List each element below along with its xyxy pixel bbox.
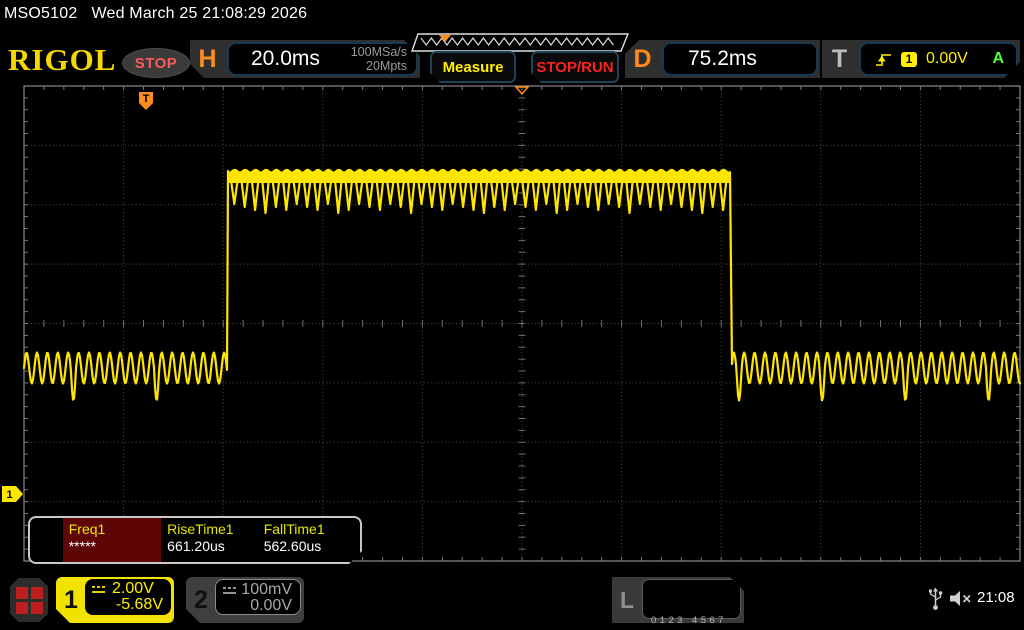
channel-2-offset: 0.00V <box>223 597 292 615</box>
clock: 21:08 <box>977 589 1015 606</box>
speaker-muted-icon[interactable] <box>949 590 973 607</box>
logic-channel-list: 0 1 2 3 4 5 6 7 8 9 10 11 12 13 14 15 <box>642 579 741 619</box>
waveform-spikes <box>231 181 726 213</box>
channel-1-offset: -5.68V <box>92 596 163 614</box>
measurement-spacer <box>30 518 63 562</box>
measurement-label: RiseTime1 <box>167 521 258 537</box>
channel-2-button[interactable]: 2 100mV 0.00V <box>186 577 304 623</box>
measurement-freq1[interactable]: Freq1 ***** <box>63 518 161 562</box>
measurement-value: ***** <box>69 538 161 554</box>
measurement-falltime1[interactable]: FallTime1 562.60us <box>258 518 360 562</box>
svg-text:1: 1 <box>6 489 12 501</box>
menu-button[interactable] <box>10 578 48 622</box>
oscilloscope-screen: MSO5102Wed March 25 21:08:29 2026 RIGOL … <box>0 0 1024 630</box>
measurement-value: 661.20us <box>167 538 258 554</box>
channel-1-button[interactable]: 1 2.00V -5.68V <box>56 577 174 623</box>
measurement-panel[interactable]: Freq1 ***** RiseTime1 661.20us FallTime1… <box>28 516 362 564</box>
measurement-label: Freq1 <box>69 521 161 537</box>
logic-label: L <box>612 577 642 623</box>
usb-icon <box>928 587 943 611</box>
measurement-value: 562.60us <box>264 538 360 554</box>
measurement-label: FallTime1 <box>264 521 360 537</box>
svg-text:T: T <box>143 93 150 105</box>
measurement-risetime1[interactable]: RiseTime1 661.20us <box>161 518 258 562</box>
dc-coupling-icon <box>92 584 107 595</box>
dc-coupling-icon <box>223 585 236 596</box>
menu-grid-icon <box>16 587 42 613</box>
logic-channels-button[interactable]: L 0 1 2 3 4 5 6 7 8 9 10 11 12 13 14 15 <box>612 577 744 623</box>
